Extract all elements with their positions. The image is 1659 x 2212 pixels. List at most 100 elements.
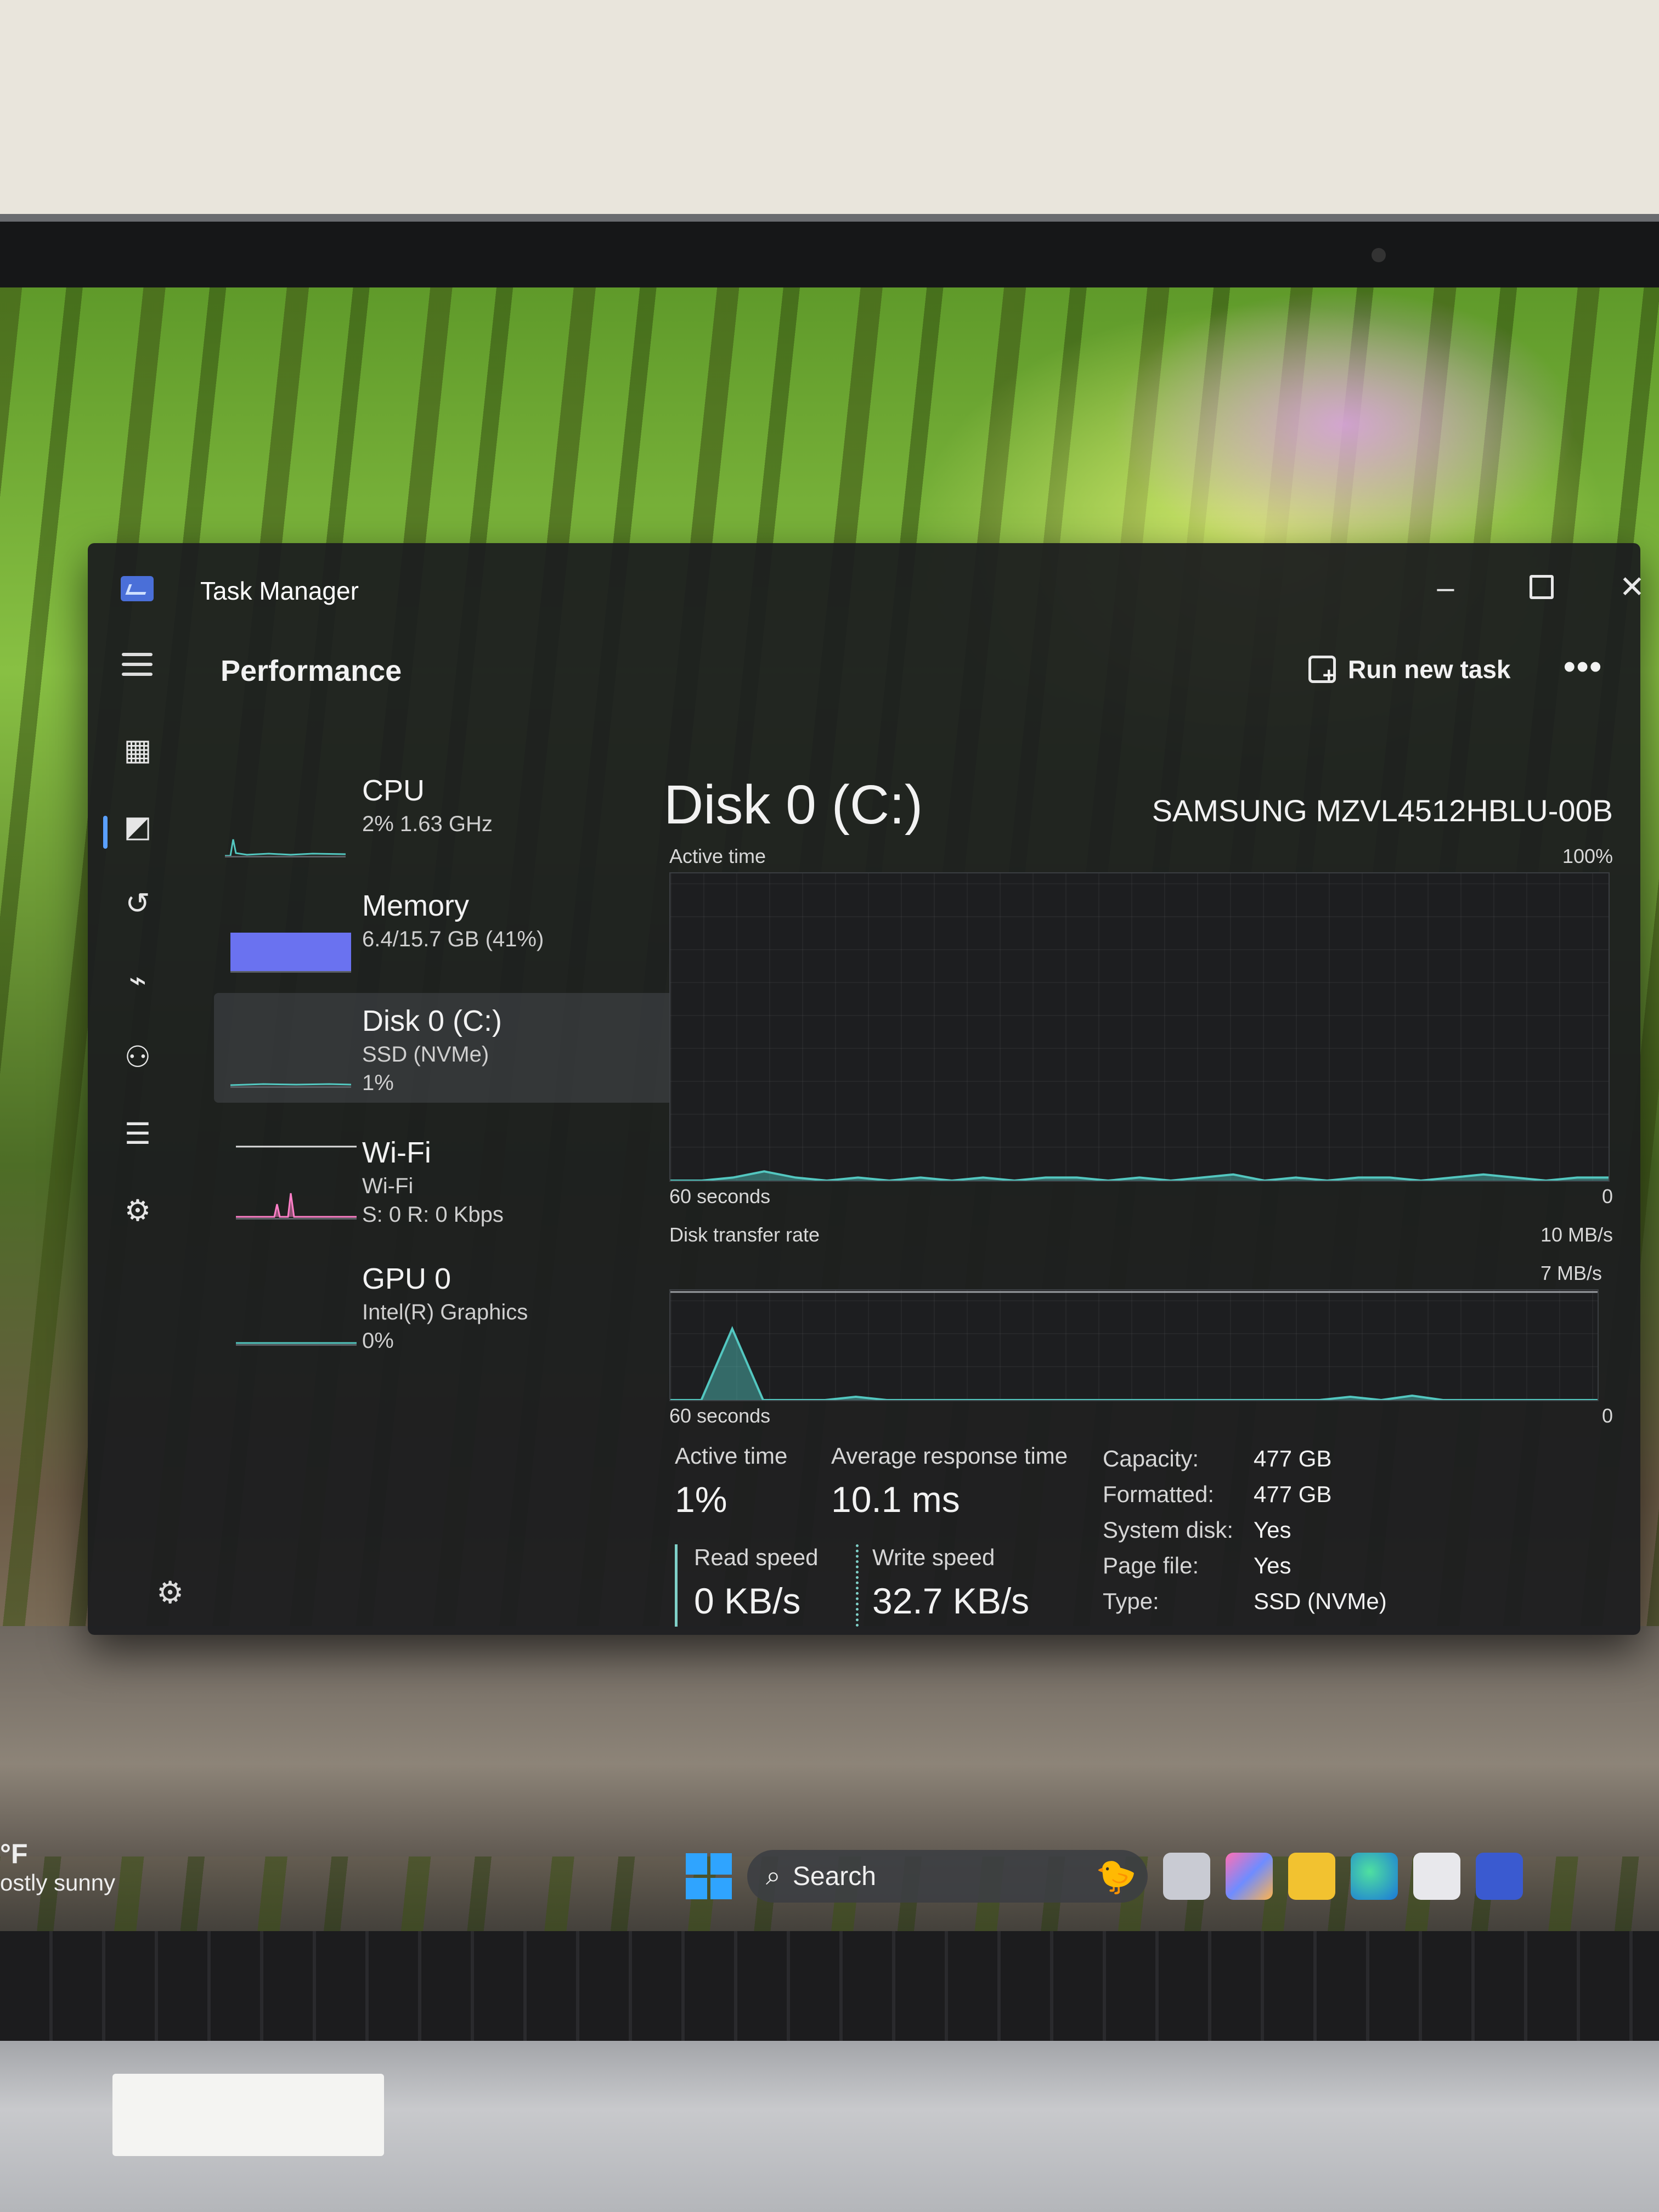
processes-icon[interactable]: ▦	[118, 730, 157, 769]
weather-temperature: °F	[0, 1838, 28, 1869]
device-detail: 2% 1.63 GHz	[362, 812, 493, 836]
search-highlight-icon: 🐤	[1096, 1858, 1137, 1895]
device-name: Wi-Fi	[362, 1136, 431, 1169]
transfer-rate-chart-mid: 7 MB/s	[1540, 1262, 1602, 1284]
task-view-icon[interactable]	[1163, 1853, 1210, 1900]
page-file-value: Yes	[1254, 1553, 1291, 1578]
transfer-rate-chart-min: 0	[1601, 1404, 1613, 1427]
transfer-rate-chart-duration: 60 seconds	[669, 1404, 771, 1427]
formatted-label: Formatted:	[1103, 1481, 1215, 1507]
webcam	[1372, 248, 1386, 262]
active-time-value: 1%	[675, 1479, 727, 1520]
device-wifi[interactable]: Wi-Fi Wi-Fi S: 0 R: 0 Kbps	[214, 1125, 697, 1234]
device-name: Disk 0 (C:)	[362, 1005, 502, 1037]
startup-apps-icon[interactable]: ⌁	[118, 960, 157, 1000]
taskbar-search[interactable]: ⌕ Search 🐤	[747, 1850, 1148, 1903]
transfer-rate-chart-max: 10 MB/s	[1540, 1223, 1613, 1246]
settings-icon[interactable]: ⚙	[156, 1575, 184, 1611]
details-icon[interactable]: ☰	[118, 1114, 157, 1153]
search-icon: ⌕	[766, 1861, 781, 1891]
device-name: Memory	[362, 889, 470, 922]
device-memory[interactable]: Memory 6.4/15.7 GB (41%)	[214, 878, 697, 988]
active-time-chart-max: 100%	[1562, 845, 1613, 867]
services-icon[interactable]: ⚙	[118, 1190, 157, 1230]
formatted-value: 477 GB	[1254, 1481, 1332, 1507]
start-button[interactable]	[686, 1853, 732, 1899]
system-disk-value: Yes	[1254, 1517, 1291, 1543]
device-detail: 6.4/15.7 GB (41%)	[362, 927, 544, 951]
system-disk-label: System disk:	[1103, 1517, 1234, 1543]
active-time-chart-min: 0	[1601, 1185, 1613, 1207]
weather-condition: ostly sunny	[0, 1870, 116, 1895]
transfer-rate-chart-label: Disk transfer rate	[669, 1223, 820, 1246]
read-speed-value: 0 KB/s	[694, 1581, 801, 1621]
write-speed-value: 32.7 KB/s	[872, 1581, 1030, 1621]
task-manager-window: Task Manager – ✕ Performance Run new tas…	[88, 543, 1645, 1635]
device-throughput: S: 0 R: 0 Kbps	[362, 1203, 504, 1227]
capacity-value: 477 GB	[1254, 1446, 1332, 1471]
active-time-chart-label: Active time	[669, 845, 766, 867]
wallpaper-path	[0, 1626, 1659, 1857]
memory-thumbnail	[230, 894, 351, 973]
avg-response-label: Average response time	[831, 1443, 1068, 1469]
disk-title: Disk 0 (C:)	[664, 774, 923, 836]
avg-response-value: 10.1 ms	[831, 1479, 960, 1520]
read-speed-label: Read speed	[694, 1544, 819, 1570]
page-file-label: Page file:	[1103, 1553, 1199, 1578]
task-manager-app-icon	[121, 576, 154, 601]
read-speed-marker	[675, 1544, 678, 1627]
type-label: Type:	[1103, 1588, 1159, 1614]
device-cpu[interactable]: CPU 2% 1.63 GHz	[214, 763, 697, 872]
more-options-button[interactable]: •••	[1564, 647, 1602, 686]
device-usage: 0%	[362, 1329, 394, 1353]
gpu-thumbnail	[236, 1267, 357, 1346]
run-new-task-icon	[1308, 656, 1336, 688]
taskbar: ⌕ Search 🐤	[686, 1846, 1523, 1906]
active-time-chart	[669, 872, 1610, 1182]
chart-series-line	[670, 1325, 1598, 1400]
laptop-keyboard	[0, 1931, 1659, 2041]
app-history-icon[interactable]: ↺	[118, 883, 157, 923]
wifi-thumbnail	[236, 1141, 357, 1220]
users-icon[interactable]: ⚇	[118, 1037, 157, 1076]
menu-icon[interactable]	[122, 653, 153, 682]
disk-thumbnail	[230, 1009, 352, 1088]
active-time-label: Active time	[675, 1443, 788, 1469]
maximize-button[interactable]	[1500, 560, 1583, 614]
title-bar[interactable]: Task Manager – ✕	[88, 543, 1645, 631]
type-value: SSD (NVMe)	[1254, 1588, 1387, 1614]
store-icon[interactable]	[1413, 1853, 1460, 1900]
page-header: Performance Run new task •••	[88, 631, 1640, 697]
weather-widget[interactable]: °F ostly sunny	[0, 1838, 115, 1896]
taskbar-app-icon[interactable]	[1476, 1853, 1523, 1900]
device-detail: SSD (NVMe)	[362, 1042, 489, 1066]
device-disk-0[interactable]: Disk 0 (C:) SSD (NVMe) 1%	[214, 993, 697, 1103]
minimize-button[interactable]: –	[1404, 560, 1487, 614]
device-name: CPU	[362, 774, 425, 807]
write-speed-marker	[856, 1544, 859, 1627]
device-usage: 1%	[362, 1071, 394, 1095]
active-time-chart-duration: 60 seconds	[669, 1185, 771, 1207]
nav-active-indicator	[103, 816, 108, 849]
page-title: Performance	[221, 654, 402, 687]
device-name: GPU 0	[362, 1262, 452, 1295]
edge-browser-icon[interactable]	[1351, 1853, 1398, 1900]
device-gpu-0[interactable]: GPU 0 Intel(R) Graphics 0%	[214, 1251, 697, 1361]
laptop-sticker	[112, 2074, 384, 2156]
maximize-icon	[1530, 575, 1554, 599]
window-title: Task Manager	[200, 577, 359, 605]
device-detail: Intel(R) Graphics	[362, 1300, 528, 1324]
write-speed-label: Write speed	[872, 1544, 995, 1570]
transfer-rate-chart	[669, 1289, 1599, 1401]
capacity-label: Capacity:	[1103, 1446, 1199, 1471]
file-explorer-icon[interactable]	[1288, 1853, 1335, 1900]
close-button[interactable]: ✕	[1596, 560, 1659, 614]
device-detail: Wi-Fi	[362, 1174, 414, 1198]
run-new-task-label: Run new task	[1348, 655, 1511, 684]
copilot-icon[interactable]	[1226, 1853, 1273, 1900]
search-placeholder: Search	[792, 1861, 876, 1891]
run-new-task-button[interactable]: Run new task	[1308, 647, 1511, 691]
performance-icon[interactable]: ◩	[118, 806, 157, 846]
disk-model: SAMSUNG MZVL4512HBLU-00B	[1152, 793, 1613, 828]
chart-series-area	[670, 1329, 1598, 1400]
